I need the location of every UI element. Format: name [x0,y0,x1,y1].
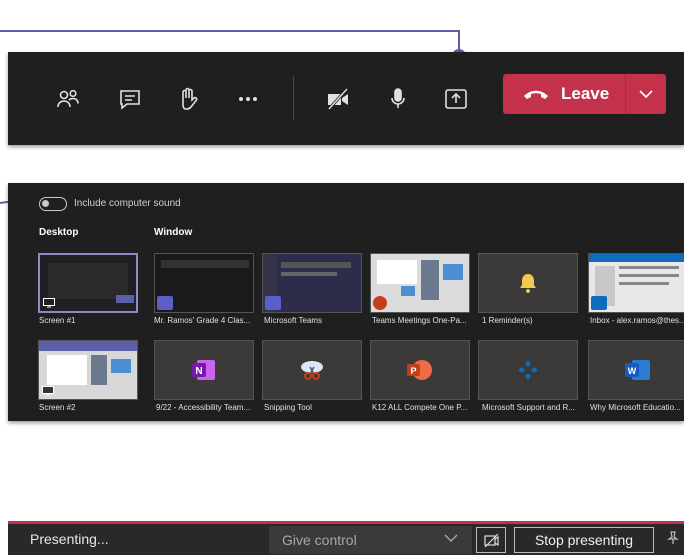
hang-up-icon [524,90,548,99]
stop-presenting-button[interactable]: Stop presenting [514,527,654,553]
include-sound-toggle[interactable] [39,197,67,211]
raise-hand-icon[interactable] [172,83,204,115]
accessibility-label: 9/22 - Accessibility Team... [156,403,251,412]
screen-2-label: Screen #2 [39,403,76,412]
window-tile-k12[interactable]: P [370,340,470,400]
inbox-label: Inbox - alex.ramos@thes... [590,316,684,325]
camera-off-icon [484,533,499,548]
svg-text:W: W [628,366,637,376]
meeting-toolbar: Leave [8,52,684,145]
teams-app-icon [265,296,281,310]
outlook-app-icon [591,296,607,310]
leave-main[interactable]: Leave [503,74,625,114]
hide-sharing-button[interactable] [476,527,506,553]
presenting-status: Presenting... [30,531,109,547]
why-microsoft-label: Why Microsoft Educatio... [590,403,681,412]
window-tile-inbox[interactable] [588,253,684,313]
callout-line-top-horizontal [0,30,460,32]
presenting-bar: Presenting... Give control Stop presenti… [8,521,684,555]
toolbar-divider [293,76,294,120]
window-tile-reminder[interactable] [478,253,578,313]
svg-text:N: N [195,366,202,377]
grade4-label: Mr. Ramos' Grade 4 Clas... [154,316,251,325]
window-tile-grade4[interactable] [154,253,254,313]
screen-1-tile[interactable] [38,253,138,313]
powerpoint-icon: P [407,360,432,380]
snipping-tool-icon [301,361,323,380]
screen-2-tile[interactable] [38,340,138,400]
window-tile-teams-meetings[interactable] [370,253,470,313]
participants-icon[interactable] [52,83,84,115]
teams-meetings-label: Teams Meetings One-Pa... [372,316,467,325]
reminder-label: 1 Reminder(s) [482,316,533,325]
leave-button[interactable]: Leave [503,74,666,114]
screen-icon [42,386,54,396]
svg-text:P: P [410,366,416,376]
give-control-dropdown[interactable]: Give control [269,526,472,554]
snipping-tool-label: Snipping Tool [264,403,312,412]
leave-options-button[interactable] [626,89,666,99]
window-tile-accessibility[interactable]: N [154,340,254,400]
window-heading: Window [154,227,193,238]
microsoft-teams-label: Microsoft Teams [264,316,323,325]
chat-icon[interactable] [114,83,146,115]
leave-label: Leave [561,84,610,103]
microsoft-support-label: Microsoft Support and R... [482,403,575,412]
pin-icon[interactable] [666,531,680,545]
chevron-down-icon [639,89,653,98]
microphone-icon[interactable] [382,83,414,115]
share-tray: Include computer sound Desktop Window Sc… [8,183,684,421]
teams-app-icon [157,296,173,310]
window-tile-microsoft-teams[interactable] [262,253,362,313]
share-icon[interactable] [440,83,472,115]
support-icon [518,360,538,380]
bell-icon [520,274,536,293]
word-icon: W [625,360,650,380]
more-icon[interactable] [232,83,264,115]
k12-label: K12 ALL Compete One P... [372,403,468,412]
camera-off-icon[interactable] [322,83,354,115]
chevron-down-icon [444,534,458,542]
window-tile-microsoft-support[interactable] [478,340,578,400]
include-sound-label: Include computer sound [74,198,181,209]
give-control-label: Give control [282,532,357,548]
screen-1-label: Screen #1 [39,316,76,325]
window-tile-snipping-tool[interactable] [262,340,362,400]
window-tile-why-microsoft[interactable]: W [588,340,684,400]
desktop-heading: Desktop [39,227,79,238]
powerpoint-app-icon [373,296,387,310]
screen-icon [43,298,55,308]
onenote-icon: N [192,360,215,380]
